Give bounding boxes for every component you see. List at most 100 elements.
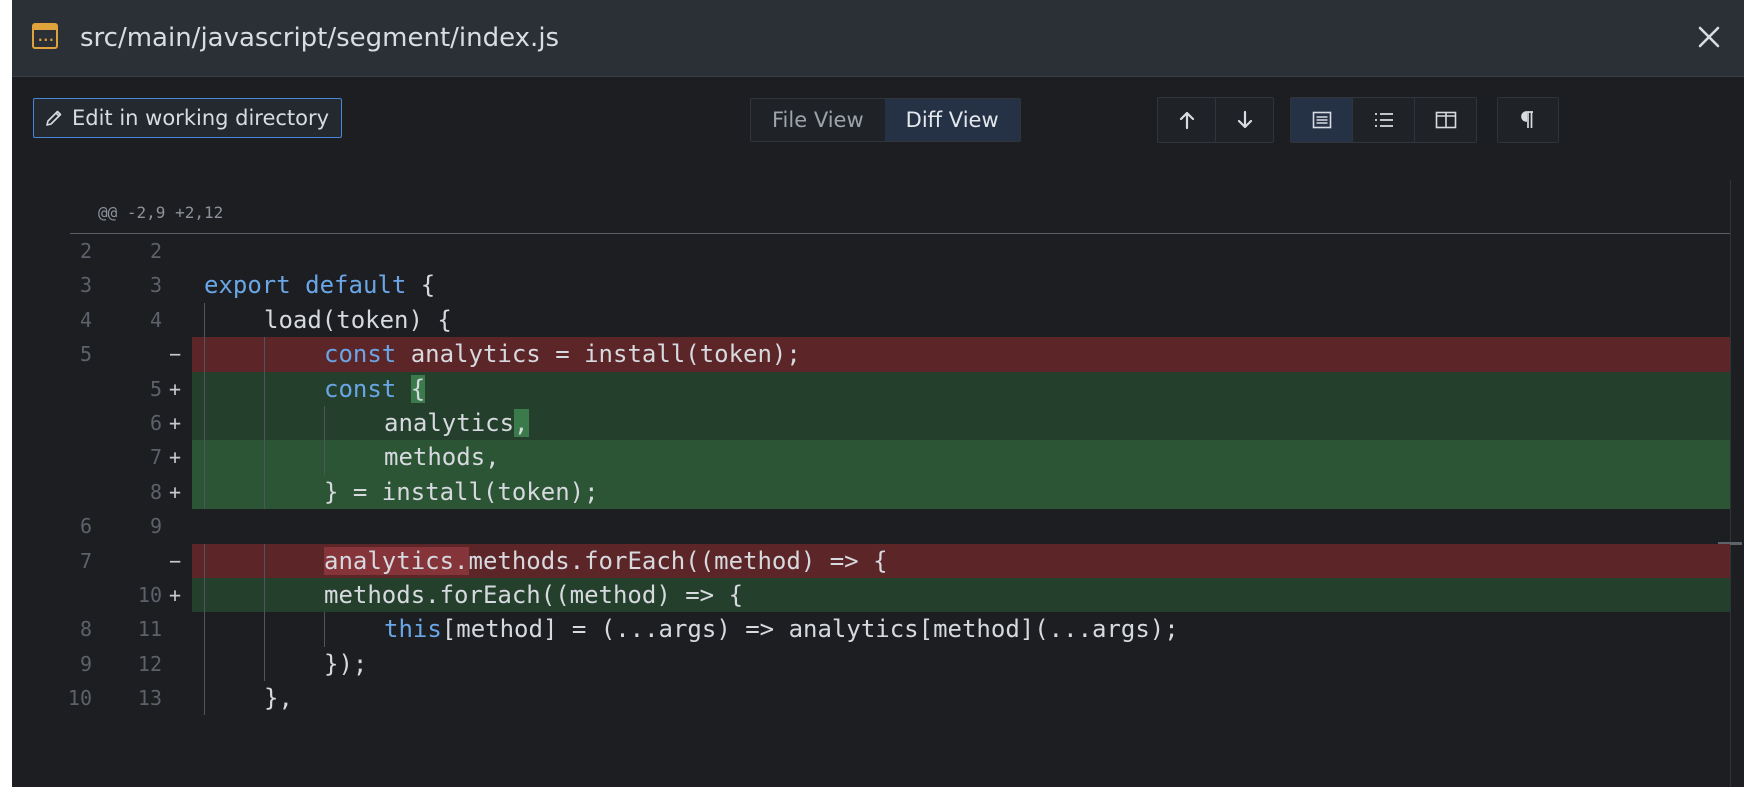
indent-guide — [204, 302, 205, 338]
file-view-tab[interactable]: File View — [751, 99, 885, 141]
new-line-number: 5 — [149, 376, 162, 401]
diff-row: 8 11 this[method] = (...args) => analytics… — [12, 612, 1730, 647]
edit-in-working-directory-button[interactable]: Edit in working directory — [33, 98, 343, 138]
added-marker: + — [168, 445, 182, 470]
indent-guide — [264, 371, 265, 406]
diff-row-background — [192, 681, 1730, 715]
diff-row: 6 + analytics, — [12, 405, 1730, 441]
diff-row: 22 — [12, 234, 1730, 268]
new-line-number: 7 — [149, 445, 162, 470]
code-text[interactable]: }); — [324, 647, 367, 681]
indent-guide — [204, 405, 205, 441]
split-view-button[interactable] — [1415, 98, 1476, 142]
code-text[interactable]: } = install(token); — [324, 475, 599, 509]
code-text[interactable]: export default { — [204, 268, 435, 302]
indent-guide — [324, 612, 325, 647]
added-marker: + — [168, 376, 182, 401]
code-text[interactable]: }, — [264, 681, 293, 715]
diff-view-tab[interactable]: Diff View — [884, 99, 1020, 141]
new-line-number: 12 — [137, 651, 162, 676]
indent-guide — [204, 577, 205, 613]
diff-row-background — [192, 647, 1730, 681]
view-mode-switch: File View Diff View — [750, 98, 1021, 142]
old-line-number: 2 — [79, 239, 92, 263]
code-text[interactable]: const { — [324, 372, 426, 406]
code-text[interactable]: const analytics = install(token); — [324, 337, 801, 371]
old-line-number: 6 — [79, 514, 92, 539]
diff-window: ··· src/main/javascript/segment/index.js… — [12, 0, 1744, 787]
code-text[interactable]: analytics.methods.forEach((method) => { — [324, 544, 888, 578]
show-whitespace-button[interactable] — [1498, 98, 1558, 142]
old-line-number: 3 — [79, 273, 92, 298]
change-navigation-group — [1157, 97, 1274, 143]
diff-row: 7 + methods, — [12, 440, 1730, 475]
indent-guide — [264, 646, 265, 682]
diff-row: 8 + } = install(token); — [12, 474, 1730, 510]
old-line-number: 10 — [67, 686, 92, 711]
diff-row-background — [192, 234, 1730, 268]
indent-guide — [264, 405, 265, 441]
list-view-icon — [1374, 113, 1393, 127]
split-view-icon — [1435, 111, 1456, 129]
diff-row: 69 — [12, 509, 1730, 543]
code-text[interactable]: load(token) { — [264, 303, 452, 337]
indent-guide — [204, 646, 205, 682]
arrow-down-icon — [1237, 110, 1252, 129]
diff-row: 10 + methods.forEach((method) => { — [12, 577, 1730, 613]
diff-row-background — [192, 509, 1730, 543]
removed-marker: − — [168, 548, 182, 573]
indent-guide — [264, 543, 265, 578]
indent-guide — [264, 440, 265, 475]
code-text[interactable]: analytics, — [384, 406, 529, 440]
whitespace-toggle-group — [1497, 97, 1559, 143]
diff-lines: 2 2 3 3 export default {4 4 load(token) {5− con… — [12, 234, 1730, 716]
new-line-number: 9 — [149, 514, 162, 539]
next-change-button[interactable] — [1216, 98, 1273, 142]
close-button[interactable] — [1692, 20, 1726, 54]
old-line-number: 7 — [79, 548, 92, 573]
added-marker: + — [168, 582, 182, 607]
old-line-number: 8 — [79, 617, 92, 642]
diff-row: 5 − const analytics = install(token); — [12, 337, 1730, 372]
old-line-number: 5 — [79, 342, 92, 367]
added-marker: + — [168, 479, 182, 504]
indent-guide — [204, 440, 205, 475]
unified-view-button[interactable] — [1291, 98, 1353, 142]
list-view-button[interactable] — [1353, 98, 1415, 142]
pilcrow-icon — [1521, 111, 1533, 128]
indent-guide — [264, 337, 265, 372]
indent-guide — [204, 474, 205, 510]
new-line-number: 11 — [137, 617, 162, 642]
indent-guide — [204, 612, 205, 647]
code-text[interactable]: methods.forEach((method) => { — [324, 578, 743, 612]
code-text[interactable]: this[method] = (...args) => analytics[me… — [384, 612, 1179, 646]
diff-viewer: @@ -2,9 +2,12 2 2 3 3 export default {4 4 load… — [12, 180, 1744, 787]
code-text[interactable]: methods, — [384, 440, 500, 474]
indent-guide — [204, 543, 205, 578]
diff-row: 4 4 load(token) { — [12, 302, 1730, 338]
diff-row: 9 12}); — [12, 646, 1730, 682]
new-line-number: 13 — [137, 686, 162, 711]
indent-guide — [264, 612, 265, 647]
indent-guide — [204, 371, 205, 406]
new-line-number: 4 — [149, 307, 162, 332]
pencil-icon — [46, 110, 62, 126]
added-marker: + — [168, 410, 182, 435]
diff-row: 3 3 export default { — [12, 268, 1730, 302]
vertical-scrollbar[interactable] — [1730, 180, 1731, 787]
indent-guide — [264, 577, 265, 613]
arrow-up-icon — [1179, 111, 1194, 130]
title-bar: ··· src/main/javascript/segment/index.js — [12, 0, 1744, 77]
new-line-number: 6 — [149, 410, 162, 435]
indent-guide — [204, 337, 205, 372]
previous-change-button[interactable] — [1158, 98, 1216, 142]
removed-marker: − — [168, 342, 182, 367]
window-title: src/main/javascript/segment/index.js — [80, 23, 560, 53]
diff-layout-group — [1290, 97, 1477, 143]
new-line-number: 8 — [149, 479, 162, 504]
new-line-number: 3 — [149, 273, 162, 298]
old-line-number: 4 — [79, 307, 92, 332]
old-line-number: 9 — [79, 651, 92, 676]
new-line-number: 2 — [149, 239, 162, 263]
file-window-icon: ··· — [32, 23, 58, 49]
